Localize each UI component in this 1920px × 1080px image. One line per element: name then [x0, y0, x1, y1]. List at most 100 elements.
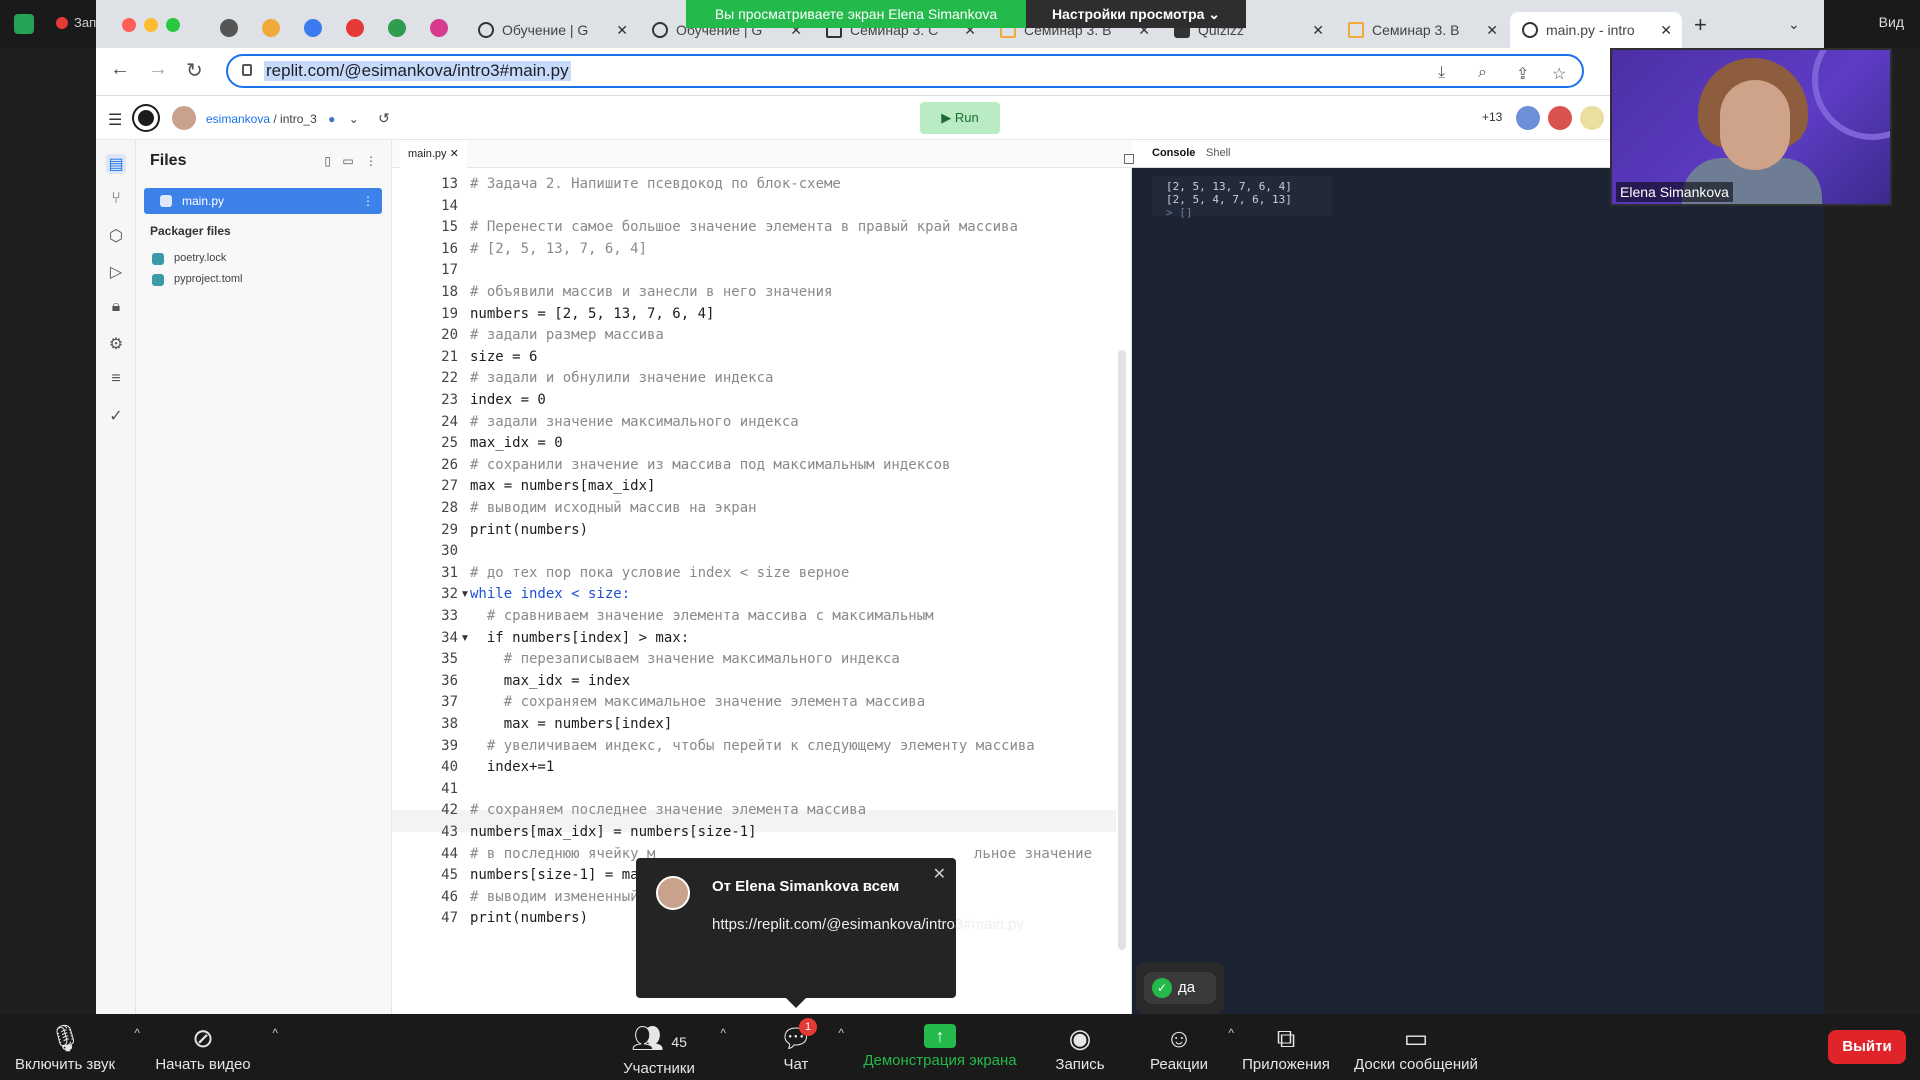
reactions-caret-icon[interactable]: ^ [1228, 1026, 1234, 1040]
code-line[interactable]: size = 6 [470, 349, 537, 365]
code-line[interactable]: # задали и обнулили значение индекса [470, 370, 773, 386]
files-icon[interactable]: ▤ [106, 154, 126, 174]
start-video-button[interactable]: ⊘ Начать видео ^ [150, 1014, 278, 1080]
tab-group-dot-blue[interactable] [304, 19, 322, 37]
fold-arrow-icon[interactable]: ▼ [460, 633, 470, 644]
code-line[interactable]: numbers = [2, 5, 13, 7, 6, 4] [470, 306, 714, 322]
minimize-window-icon[interactable] [144, 18, 158, 32]
yes-reaction-button[interactable]: ✓ да [1144, 972, 1216, 1004]
close-tab-icon[interactable]: ✕ [1660, 12, 1672, 48]
new-folder-icon[interactable]: ▭ [342, 154, 353, 168]
lock-icon[interactable] [242, 64, 252, 76]
tab-shell[interactable]: Shell [1206, 147, 1230, 159]
code-line[interactable]: numbers[size-1] = max [470, 867, 647, 883]
code-line[interactable]: max = numbers[max_idx] [470, 478, 655, 494]
tab-console[interactable]: Console [1152, 147, 1195, 159]
code-line[interactable]: max_idx = index [470, 673, 630, 689]
code-line[interactable]: # увеличиваем индекс, чтобы перейти к сл… [470, 738, 1035, 754]
collaborators-count[interactable]: +13 [1482, 110, 1502, 124]
code-line[interactable]: numbers[max_idx] = numbers[size-1] [470, 824, 757, 840]
version-control-icon[interactable]: ⑂ [106, 190, 126, 210]
close-tab-icon[interactable]: ✕ [1486, 12, 1498, 48]
back-arrow-icon[interactable]: ← [110, 58, 130, 81]
close-tab-icon[interactable]: ✕ [616, 12, 628, 48]
audio-options-caret-icon[interactable]: ^ [134, 1026, 140, 1040]
video-options-caret-icon[interactable]: ^ [272, 1026, 278, 1040]
chat-button[interactable]: 💬︎ 1 Чат ^ [770, 1014, 844, 1080]
browser-tab[interactable]: Семинар 3. В ✕ [1336, 12, 1508, 48]
apps-button[interactable]: ⧉ Приложения [1238, 1014, 1334, 1080]
participant-video-tile[interactable]: Elena Simankova [1610, 48, 1892, 206]
repl-name[interactable]: intro_3 [280, 112, 317, 126]
whiteboards-button[interactable]: ▭ Доски сообщений [1352, 1014, 1480, 1080]
code-line[interactable]: # выводим измененный м [470, 889, 655, 905]
bookmark-star-icon[interactable]: ☆ [1552, 64, 1566, 84]
install-app-icon[interactable]: ⤓ [1438, 64, 1445, 82]
packages-cube-icon[interactable]: ⬡ [106, 226, 126, 246]
code-line[interactable]: # сравниваем значение элемента массива с… [470, 608, 934, 624]
share-icon[interactable]: ⇪ [1516, 64, 1529, 84]
tab-group-dot-gray[interactable] [220, 19, 238, 37]
collaborator-avatar[interactable] [1580, 106, 1604, 130]
browser-tab[interactable]: Обучение | G ✕ [466, 12, 638, 48]
tab-group-dot-pink[interactable] [430, 19, 448, 37]
maximize-window-icon[interactable] [166, 18, 180, 32]
tab-search-chevron-icon[interactable]: ⌄ [1788, 16, 1800, 33]
address-bar[interactable]: replit.com/@esimankova/intro3#main.py ⤓ … [226, 54, 1584, 88]
code-line[interactable]: # Перенести самое большое значение элеме… [470, 219, 1018, 235]
participants-caret-icon[interactable]: ^ [720, 1026, 726, 1040]
unmute-button[interactable]: 🎙︎ Включить звук ^ [12, 1014, 140, 1080]
reactions-button[interactable]: ☺ Реакции ^ [1146, 1014, 1234, 1080]
code-line[interactable]: # задали значение максимального индекса [470, 414, 799, 430]
code-line[interactable]: # до тех пор пока условие index < size в… [470, 565, 849, 581]
share-screen-button[interactable]: ↑ Демонстрация экрана [862, 1014, 1018, 1080]
view-menu-button[interactable]: Вид [1879, 14, 1904, 30]
code-line[interactable]: # сохраняем максимальное значение элемен… [470, 694, 925, 710]
leave-meeting-button[interactable]: Выйти [1828, 1030, 1906, 1064]
collaborator-avatar[interactable] [1516, 106, 1540, 130]
repl-owner-link[interactable]: esimankova [206, 112, 270, 126]
code-line[interactable]: print(numbers) [470, 522, 588, 538]
code-line[interactable]: # сохранили значение из массива под макс… [470, 457, 950, 473]
file-item-poetry-lock[interactable]: poetry.lock [151, 252, 226, 265]
code-line[interactable]: # [2, 5, 13, 7, 6, 4] [470, 241, 647, 257]
code-line[interactable]: # выводим исходный массив на экран [470, 500, 757, 516]
code-line[interactable]: index = 0 [470, 392, 546, 408]
code-line[interactable]: while index < size: [470, 586, 630, 602]
editor-scrollbar[interactable] [1118, 350, 1126, 950]
code-line[interactable]: max = numbers[index] [470, 716, 673, 732]
console-output[interactable]: [2, 5, 13, 7, 6, 4] [2, 5, 4, 7, 6, 13] … [1166, 180, 1292, 219]
close-window-icon[interactable] [122, 18, 136, 32]
reload-icon[interactable]: ↻ [186, 58, 203, 83]
hamburger-menu-icon[interactable]: ☰ [108, 110, 122, 130]
security-shield-icon[interactable] [14, 14, 34, 34]
participants-button[interactable]: 👥︎ 45 Участники ^ [614, 1014, 726, 1080]
code-line[interactable]: max_idx = 0 [470, 435, 563, 451]
chat-notification-popup[interactable]: От Elena Simankova всем ✕ https://replit… [636, 858, 1024, 1008]
history-icon[interactable]: ↺ [378, 110, 390, 126]
code-line[interactable]: # перезаписываем значение максимального … [470, 651, 900, 667]
editor-tab-main-py[interactable]: main.py ✕ [400, 140, 467, 168]
debugger-icon[interactable]: ▷ [106, 262, 126, 282]
chat-caret-icon[interactable]: ^ [838, 1026, 844, 1040]
zoom-magnifier-icon[interactable]: ⌕ [1478, 64, 1487, 82]
settings-gear-icon[interactable]: ⚙ [106, 334, 126, 354]
code-line[interactable]: print(numbers) [470, 910, 588, 926]
code-line[interactable]: # в последнюю ячейку м [470, 846, 655, 862]
close-editor-tab-icon[interactable]: ✕ [450, 148, 459, 160]
fold-arrow-icon[interactable]: ▼ [460, 589, 470, 600]
file-item-pyproject-toml[interactable]: pyproject.toml [151, 273, 242, 286]
console-prompt[interactable]: > [] [1166, 206, 1292, 219]
new-tab-plus-icon[interactable]: + [1694, 12, 1707, 38]
tab-group-dot-orange[interactable] [262, 19, 280, 37]
code-line[interactable]: # сохраняем последнее значение элемента … [470, 802, 866, 818]
browser-tab-active[interactable]: main.py - intro ✕ [1510, 12, 1682, 48]
new-file-icon[interactable]: ▯ [324, 154, 331, 168]
secrets-lock-icon[interactable]: 🔒︎ [106, 298, 126, 318]
view-settings-button[interactable]: Настройки просмотра ⌄ [1026, 0, 1246, 28]
collaborator-avatar[interactable] [1548, 106, 1572, 130]
record-button[interactable]: ◉ Запись [1050, 1014, 1110, 1080]
user-avatar[interactable] [172, 106, 196, 130]
more-options-icon[interactable]: ⋮ [365, 154, 377, 168]
address-bar-url[interactable]: replit.com/@esimankova/intro3#main.py [264, 61, 571, 81]
